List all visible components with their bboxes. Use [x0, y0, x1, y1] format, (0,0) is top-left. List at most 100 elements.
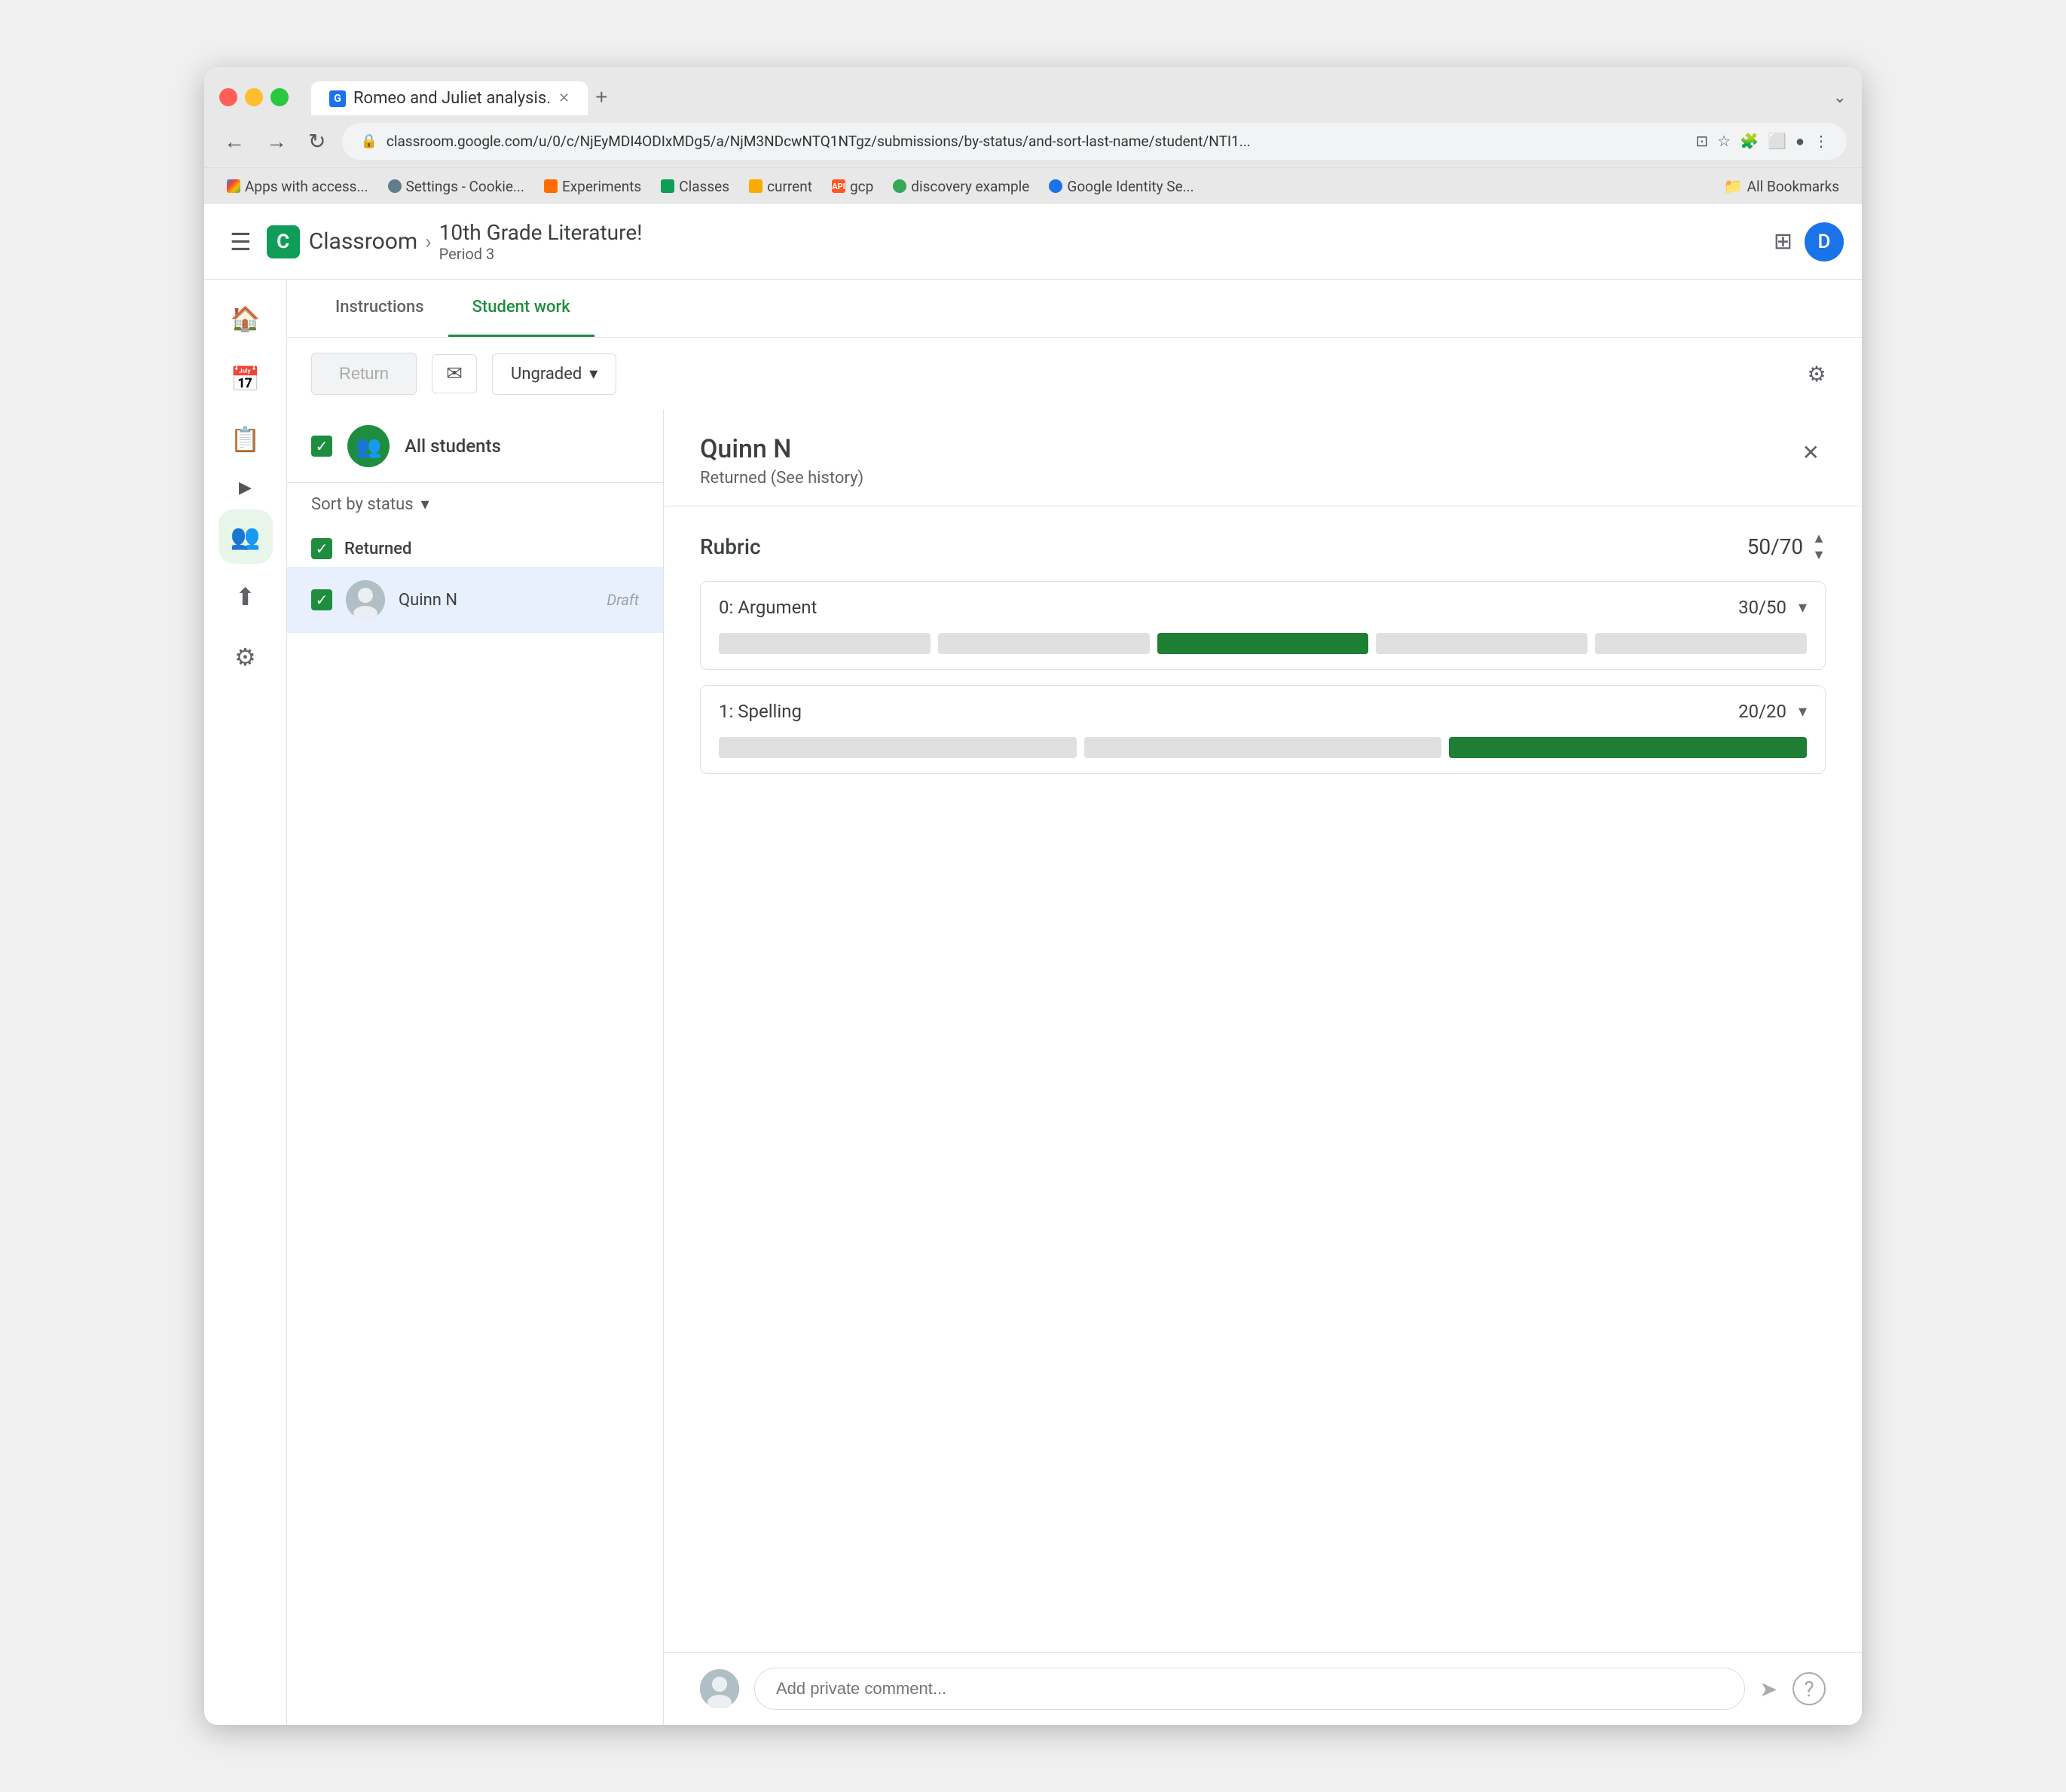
app-name: Classroom: [309, 228, 418, 255]
rubric-bar-4[interactable]: [1595, 633, 1807, 654]
student-row[interactable]: ✓ Quinn N Draft: [287, 567, 663, 633]
bookmark-settings[interactable]: Settings - Cookie...: [380, 175, 532, 198]
bookmark-api-label: gcp: [850, 178, 873, 195]
split-view-icon[interactable]: ⬜: [1768, 132, 1786, 151]
bookmark-settings-label: Settings - Cookie...: [406, 178, 524, 195]
bookmark-favicon-folder: [749, 179, 763, 193]
hamburger-menu-icon[interactable]: ☰: [222, 220, 259, 264]
send-comment-icon[interactable]: ➤: [1760, 1677, 1777, 1702]
close-button[interactable]: [219, 88, 237, 106]
sort-label: Sort by status: [311, 495, 414, 514]
detail-student-status: Returned (See history): [700, 469, 1796, 488]
bookmark-all[interactable]: 📁 All Bookmarks: [1716, 174, 1847, 198]
apps-grid-icon[interactable]: ⊞: [1774, 228, 1792, 255]
rubric-bar-s1[interactable]: [1084, 737, 1442, 758]
student-name: Quinn N: [399, 591, 593, 610]
sidebar-item-home[interactable]: 🏠: [219, 292, 273, 346]
bookmark-all-label: All Bookmarks: [1747, 178, 1839, 195]
rubric-bar-3[interactable]: [1376, 633, 1588, 654]
dropdown-arrow-icon: ▾: [589, 365, 597, 384]
bookmark-star-icon[interactable]: ☆: [1717, 132, 1731, 151]
bookmark-current[interactable]: current: [741, 175, 820, 198]
status-group-returned: ✓ Returned: [287, 526, 663, 567]
minimize-button[interactable]: [245, 88, 263, 106]
ungraded-dropdown[interactable]: Ungraded ▾: [492, 353, 616, 395]
bookmark-favicon-gid: [1049, 179, 1062, 193]
close-detail-icon[interactable]: ✕: [1796, 434, 1826, 471]
student-checkbox[interactable]: ✓: [311, 589, 332, 610]
bookmark-experiments[interactable]: Experiments: [536, 175, 649, 198]
sidebar-item-upload[interactable]: ⬆: [219, 570, 273, 624]
sidebar-item-people[interactable]: 👥: [219, 509, 273, 564]
bookmark-apps[interactable]: Apps with access...: [219, 175, 376, 198]
rubric-item-spelling-score: 20/20: [1738, 701, 1786, 722]
sidebar-item-assignments[interactable]: 📋: [219, 412, 273, 466]
sidebar-expand-people[interactable]: ▶: [204, 472, 286, 503]
comment-input[interactable]: [754, 1668, 1745, 1710]
help-icon[interactable]: ?: [1792, 1672, 1826, 1705]
lock-icon: 🔒: [360, 133, 377, 149]
score-up-icon: ▲: [1812, 531, 1826, 547]
bookmark-favicon-g: [227, 179, 240, 193]
folder-icon: 📁: [1724, 177, 1743, 195]
browser-tab-active[interactable]: G Romeo and Juliet analysis. ✕: [311, 81, 588, 115]
forward-button[interactable]: →: [261, 125, 292, 158]
traffic-lights: [219, 88, 289, 106]
bookmark-discovery[interactable]: discovery example: [885, 175, 1037, 198]
tab-bar: G Romeo and Juliet analysis. ✕ +: [311, 79, 1826, 115]
profile-icon[interactable]: ●: [1796, 132, 1805, 151]
content-area: Instructions Student work Return ✉ Ungra…: [287, 280, 1862, 1725]
app-bar-actions: ⊞ D: [1774, 222, 1844, 261]
bookmark-google-identity-label: Google Identity Se...: [1067, 178, 1193, 195]
panels: ✓ 👥 All students Sort by status ▾: [287, 410, 1862, 1725]
classroom-icon: C: [267, 225, 300, 258]
rubric-title: Rubric: [700, 534, 1747, 559]
extensions-icon[interactable]: 🧩: [1740, 132, 1759, 151]
rubric-header: Rubric 50/70 ▲ ▼: [700, 531, 1826, 563]
new-tab-button[interactable]: +: [589, 79, 613, 115]
bookmarks-bar: Apps with access... Settings - Cookie...…: [204, 167, 1862, 204]
back-button[interactable]: ←: [219, 125, 249, 158]
sidebar-item-calendar[interactable]: 📅: [219, 352, 273, 406]
bookmark-favicon-cls: [661, 179, 674, 193]
bookmark-classes[interactable]: Classes: [653, 175, 737, 198]
check-icon: ✓: [316, 591, 329, 609]
rubric-total-score: 50/70: [1747, 534, 1804, 559]
sort-dropdown-icon[interactable]: ▾: [421, 495, 429, 514]
returned-group-label: Returned: [344, 540, 411, 558]
student-panel: ✓ 👥 All students Sort by status ▾: [287, 410, 664, 1725]
maximize-button[interactable]: [270, 88, 289, 106]
all-students-icon: 👥: [347, 425, 390, 467]
rubric-bar-2[interactable]: [1157, 633, 1369, 654]
bookmark-favicon-settings: [388, 179, 402, 193]
student-status: Draft: [607, 591, 639, 609]
detail-content: Rubric 50/70 ▲ ▼ 0: Argument: [664, 506, 1862, 1652]
rubric-bar-0[interactable]: [719, 633, 931, 654]
email-icon: ✉: [446, 362, 463, 385]
rubric-item-argument-expand-icon[interactable]: ▾: [1799, 598, 1807, 617]
returned-checkbox[interactable]: ✓: [311, 538, 332, 559]
menu-icon[interactable]: ⋮: [1814, 132, 1829, 151]
bookmark-api[interactable]: API gcp: [824, 175, 881, 198]
rubric-score-stepper[interactable]: ▲ ▼: [1812, 531, 1826, 563]
rubric-bar-1[interactable]: [938, 633, 1150, 654]
rubric-bar-s2[interactable]: [1449, 737, 1807, 758]
all-students-row[interactable]: ✓ 👥 All students: [287, 410, 663, 483]
all-students-checkbox[interactable]: ✓: [311, 436, 332, 457]
sidebar-item-settings[interactable]: ⚙: [219, 630, 273, 684]
rubric-item-spelling-expand-icon[interactable]: ▾: [1799, 702, 1807, 721]
rubric-bar-s0[interactable]: [719, 737, 1077, 758]
url-bar[interactable]: 🔒 classroom.google.com/u/0/c/NjEyMDI4ODI…: [342, 123, 1847, 160]
tab-student-work[interactable]: Student work: [448, 280, 594, 337]
return-button[interactable]: Return: [311, 353, 417, 395]
reload-button[interactable]: ↻: [304, 124, 330, 158]
cast-icon[interactable]: ⊡: [1695, 132, 1708, 151]
user-avatar[interactable]: D: [1805, 222, 1844, 261]
rubric-item-argument-header: 0: Argument 30/50 ▾: [701, 582, 1825, 633]
tab-instructions[interactable]: Instructions: [311, 280, 448, 337]
settings-button[interactable]: ⚙: [1796, 353, 1838, 395]
tab-close-icon[interactable]: ✕: [558, 90, 570, 106]
email-button[interactable]: ✉: [432, 354, 477, 393]
bookmark-google-identity[interactable]: Google Identity Se...: [1041, 175, 1201, 198]
detail-header: Quinn N Returned (See history) ✕: [664, 410, 1862, 506]
